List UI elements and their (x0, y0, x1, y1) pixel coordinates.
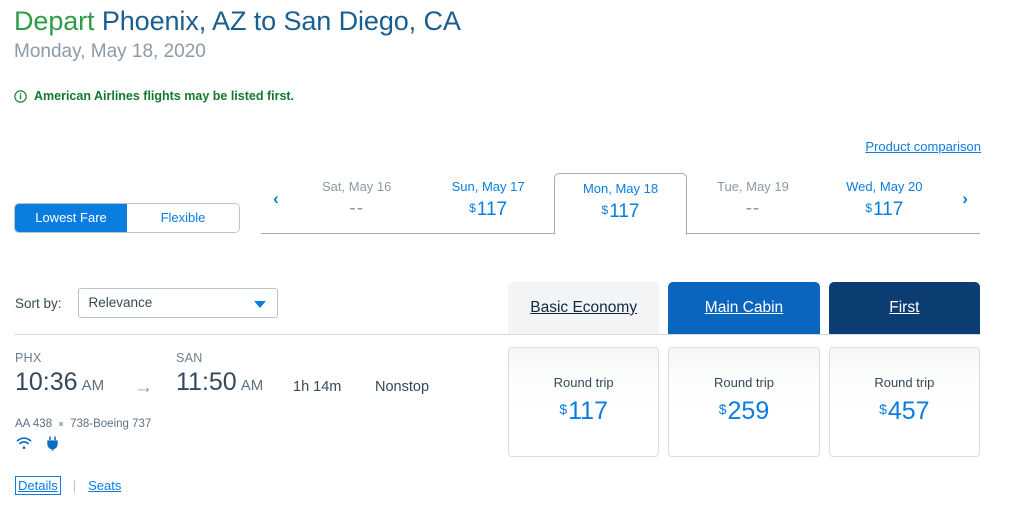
date-cell-price: $117 (469, 197, 507, 221)
flight-row-actions: Details | Seats (15, 476, 121, 495)
fare-card-price: $457 (879, 393, 930, 427)
power-outlet-icon (46, 436, 59, 451)
date-next-arrow-icon[interactable]: › (950, 170, 980, 234)
fare-card-price: $117 (559, 393, 608, 427)
fare-card-trip-type: Round trip (714, 375, 774, 390)
tab-first[interactable]: First (828, 282, 980, 334)
sort-by-selected-value: Relevance (88, 295, 153, 310)
fare-toggle-flexible[interactable]: Flexible (127, 204, 239, 232)
sort-by-select[interactable]: Relevance (77, 288, 278, 318)
meta-separator-dot-icon (59, 422, 64, 426)
departure-segment: PHX 10:36 AM (15, 350, 104, 402)
fare-card-main-cabin[interactable]: Round trip $259 (668, 347, 820, 457)
page-subtitle-date: Monday, May 18, 2020 (14, 41, 206, 62)
wifi-icon (16, 437, 32, 450)
product-comparison-link[interactable]: Product comparison (865, 139, 981, 154)
date-cell-label: Wed, May 20 (846, 178, 923, 194)
flight-duration: 1h 14m (293, 379, 342, 395)
price-amount: 117 (568, 397, 608, 425)
price-amount: 117 (873, 198, 904, 220)
fare-toggle-lowest-fare[interactable]: Lowest Fare (15, 204, 127, 232)
cabin-class-tabs: Basic Economy Main Cabin First (508, 282, 980, 334)
date-cell-price: $117 (865, 197, 903, 221)
route-arrow-icon: → (134, 377, 153, 398)
currency-symbol: $ (718, 401, 727, 417)
arrival-time: 11:50 AM (176, 366, 263, 402)
date-cell-price: -- (745, 198, 761, 219)
flight-number: AA 438 (15, 418, 53, 430)
date-cell-label: Sun, May 17 (451, 178, 525, 194)
sort-by-label: Sort by: (15, 295, 62, 311)
sort-by-control: Sort by: Relevance (15, 288, 278, 318)
tab-basic-economy[interactable]: Basic Economy (508, 282, 660, 334)
fare-card-basic-economy[interactable]: Round trip $117 (508, 347, 660, 457)
fare-type-toggle[interactable]: Lowest Fare Flexible (15, 204, 239, 232)
tab-main-cabin[interactable]: Main Cabin (668, 282, 820, 334)
date-cell-tue-may-19[interactable]: Tue, May 19 -- (687, 170, 818, 234)
fare-card-price: $259 (719, 393, 770, 427)
price-amount: 117 (609, 200, 640, 222)
currency-symbol: $ (865, 200, 873, 215)
page-header: Depart Phoenix, AZ to San Diego, CA Mond… (14, 4, 461, 65)
flight-meta: AA 438 738-Boeing 737 (15, 418, 151, 430)
amenities-list (16, 436, 59, 451)
arrival-meridiem: AM (240, 377, 264, 394)
departure-time-value: 10:36 (15, 368, 78, 396)
fare-card-trip-type: Round trip (553, 375, 614, 390)
details-link[interactable]: Details (15, 476, 61, 495)
arrival-time-value: 11:50 (176, 368, 237, 396)
flight-results-page: Depart Phoenix, AZ to San Diego, CA Mond… (0, 0, 1024, 530)
date-prev-arrow-icon[interactable]: ‹ (261, 170, 291, 234)
currency-symbol: $ (469, 200, 476, 215)
date-selector-strip: ‹ Sat, May 16 -- Sun, May 17 $117 Mon, M… (261, 170, 980, 235)
seats-link[interactable]: Seats (88, 478, 121, 493)
section-divider (14, 334, 980, 335)
date-cell-label: Tue, May 19 (717, 179, 789, 194)
price-amount: 259 (727, 397, 770, 425)
fare-price-cards: Round trip $117 Round trip $259 Round tr… (508, 347, 980, 457)
date-cell-label: Mon, May 18 (582, 180, 659, 196)
aircraft-type: 738-Boeing 737 (70, 418, 152, 430)
destination-airport-code: SAN (176, 351, 203, 365)
page-title-depart-word: Depart (14, 6, 95, 36)
fare-card-first[interactable]: Round trip $457 (828, 347, 980, 457)
currency-symbol: $ (601, 202, 609, 217)
fare-card-trip-type: Round trip (874, 375, 935, 390)
arrival-segment: SAN 11:50 AM (176, 350, 263, 402)
airline-notice: American Airlines flights may be listed … (14, 89, 294, 103)
currency-symbol: $ (879, 401, 887, 417)
price-amount: 117 (476, 198, 508, 220)
date-cell-mon-may-18[interactable]: Mon, May 18 $117 (553, 173, 688, 235)
action-separator: | (72, 478, 77, 493)
date-cell-label: Sat, May 16 (322, 179, 392, 194)
date-cell-wed-may-20[interactable]: Wed, May 20 $117 (819, 170, 950, 234)
currency-symbol: $ (559, 401, 568, 417)
page-title: Depart Phoenix, AZ to San Diego, CA (14, 4, 461, 38)
info-circle-icon (14, 89, 27, 103)
departure-meridiem: AM (81, 377, 105, 394)
date-cell-sun-may-17[interactable]: Sun, May 17 $117 (422, 170, 553, 234)
price-amount: 457 (887, 397, 930, 425)
airline-notice-text: American Airlines flights may be listed … (34, 89, 295, 103)
page-title-route: Phoenix, AZ to San Diego, CA (94, 6, 461, 36)
date-cell-price: -- (349, 198, 365, 219)
flight-stops: Nonstop (375, 379, 430, 395)
departure-time: 10:36 AM (15, 366, 104, 402)
date-cell-sat-may-16[interactable]: Sat, May 16 -- (291, 170, 422, 234)
origin-airport-code: PHX (15, 351, 42, 365)
chevron-down-icon (253, 301, 266, 308)
date-cell-price: $117 (602, 199, 640, 223)
